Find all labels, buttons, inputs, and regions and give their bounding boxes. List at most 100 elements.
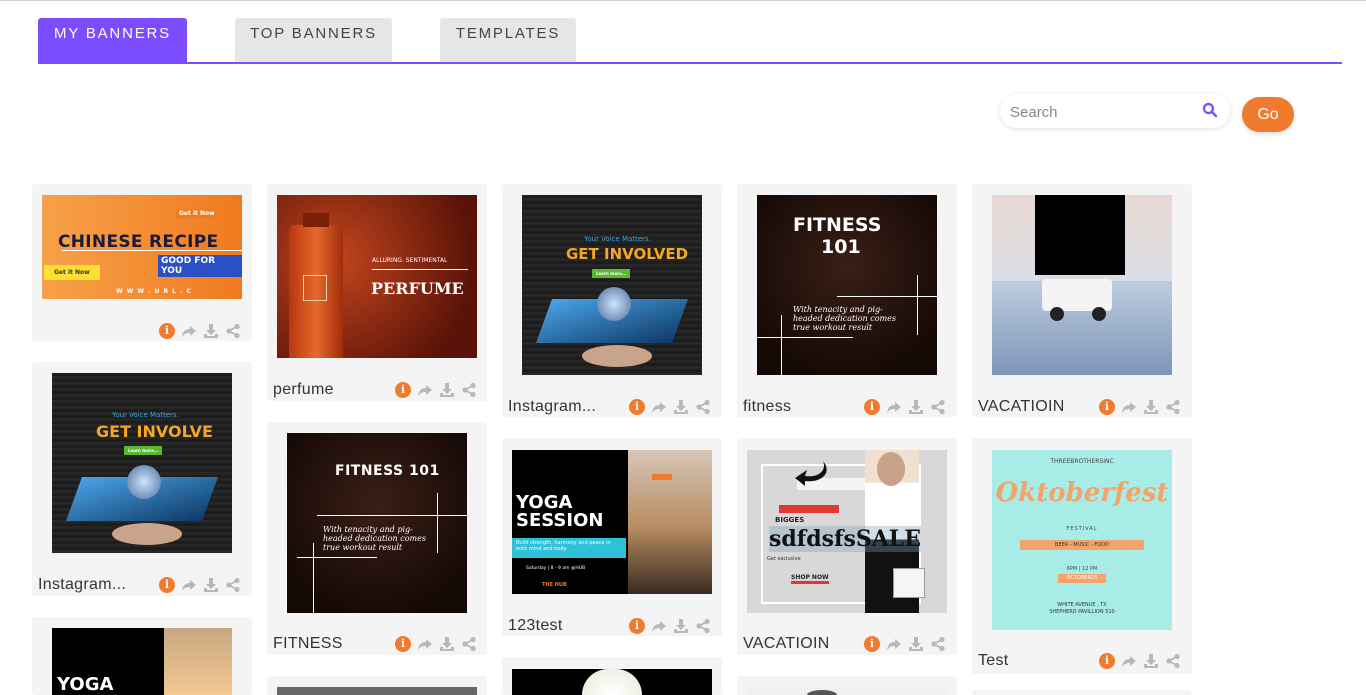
share-forward-icon[interactable] <box>181 323 197 339</box>
share-icon[interactable] <box>930 636 946 652</box>
thumb-title: GET INVOLVED <box>566 245 689 263</box>
banner-name: Instagram... <box>38 576 127 593</box>
banner-thumbnail[interactable]: Your Voice Matters. GET INVOLVE Learn mo… <box>52 373 232 553</box>
banner-thumbnail[interactable]: YOGA SESSION Build strength, harmony and… <box>512 450 712 594</box>
thumb-title: FITNESS 101 <box>335 463 440 479</box>
download-icon[interactable] <box>673 618 689 634</box>
share-icon[interactable] <box>461 382 477 398</box>
tab-templates[interactable]: TEMPLATES <box>440 18 576 62</box>
go-button[interactable]: Go <box>1242 97 1294 132</box>
share-icon[interactable] <box>225 323 241 339</box>
thumb-text: Learn more... <box>592 269 631 278</box>
tab-top-banners[interactable]: TOP BANNERS <box>235 18 392 62</box>
thumb-text: Your Voice Matters. <box>112 411 179 419</box>
share-forward-icon[interactable] <box>1121 399 1137 415</box>
thumb-title: 101 <box>821 236 861 258</box>
banner-name: VACATIOIN <box>978 398 1065 415</box>
banner-card[interactable]: BIGGES sdfdsfsSALE Get exclusive SHOP NO… <box>737 438 957 655</box>
share-forward-icon[interactable] <box>1121 653 1137 669</box>
info-icon[interactable]: i <box>1099 653 1115 669</box>
thumb-text: FESTIVAL <box>1066 526 1098 532</box>
download-icon[interactable] <box>203 323 219 339</box>
share-forward-icon[interactable] <box>417 382 433 398</box>
thumb-text: Get exclusive <box>767 556 801 562</box>
banner-card[interactable]: Your Voice Matters. GET INVOLVE Learn mo… <box>32 362 252 596</box>
share-icon[interactable] <box>695 399 711 415</box>
banner-thumbnail[interactable]: Get it Now CHINESE RECIPE GOOD FOR YOU G… <box>42 195 242 299</box>
info-icon[interactable]: i <box>395 382 411 398</box>
share-icon[interactable] <box>225 577 241 593</box>
info-icon[interactable]: i <box>864 399 880 415</box>
search-box <box>1000 94 1230 128</box>
thumb-text: With tenacity and pig-headed dedication … <box>793 305 896 332</box>
banner-thumbnail[interactable]: ALLURING. SENTIMENTAL PERFUME <box>277 195 477 358</box>
search-icon[interactable] <box>1202 102 1218 118</box>
banner-card[interactable]: FITNESS 101 With tenacity and pig-headed… <box>267 422 487 655</box>
banner-thumbnail[interactable] <box>512 669 712 695</box>
banner-card[interactable]: FITNESS 101 With tenacity and pig-headed… <box>737 184 957 417</box>
thumb-text: WHITE AVENUE , TX <box>1057 602 1107 608</box>
banner-name: fitness <box>743 398 792 415</box>
info-icon[interactable]: i <box>395 636 411 652</box>
banner-card[interactable]: VACATIOIN i <box>972 184 1192 417</box>
tab-my-banners[interactable]: MY BANNERS <box>38 18 187 62</box>
share-icon[interactable] <box>1165 399 1181 415</box>
banner-thumbnail[interactable] <box>277 687 477 695</box>
info-icon[interactable]: i <box>629 618 645 634</box>
banner-card[interactable] <box>267 676 487 695</box>
banner-name: 123test <box>508 617 563 634</box>
share-forward-icon[interactable] <box>886 399 902 415</box>
download-icon[interactable] <box>439 636 455 652</box>
card-actions: i <box>629 618 711 634</box>
info-icon[interactable]: i <box>864 636 880 652</box>
download-icon[interactable] <box>673 399 689 415</box>
share-icon[interactable] <box>930 399 946 415</box>
share-icon[interactable] <box>461 636 477 652</box>
thumb-text: Your Voice Matters. <box>584 235 651 243</box>
banner-thumbnail[interactable]: Your Voice Matters. GET INVOLVED Learn m… <box>522 195 702 375</box>
thumb-title: CHINESE RECIPE <box>58 232 219 252</box>
search-input[interactable] <box>1008 101 1192 123</box>
download-icon[interactable] <box>1143 399 1159 415</box>
download-icon[interactable] <box>1143 653 1159 669</box>
info-icon[interactable]: i <box>629 399 645 415</box>
card-actions: i <box>159 323 241 339</box>
download-icon[interactable] <box>439 382 455 398</box>
share-forward-icon[interactable] <box>886 636 902 652</box>
thumb-text: 6PM | 12 PM <box>1066 566 1098 572</box>
banner-thumbnail[interactable]: FITNESS 101 With tenacity and pig-headed… <box>287 433 467 613</box>
share-icon[interactable] <box>695 618 711 634</box>
banner-card[interactable]: THREEBROTHERSINC Oktoberfest FESTIVAL BE… <box>972 438 1192 674</box>
card-actions: i <box>629 399 711 415</box>
download-icon[interactable] <box>908 636 924 652</box>
download-icon[interactable] <box>908 399 924 415</box>
banner-thumbnail[interactable]: THREEBROTHERSINC Oktoberfest FESTIVAL BE… <box>992 450 1172 630</box>
thumb-title: PERFUME <box>371 279 464 298</box>
share-forward-icon[interactable] <box>651 399 667 415</box>
banner-card[interactable]: ALLURING. SENTIMENTAL PERFUME perfume i <box>267 184 487 401</box>
banner-thumbnail[interactable]: BIGGES sdfdsfsSALE Get exclusive SHOP NO… <box>747 450 947 613</box>
arrow-icon <box>795 461 827 486</box>
share-forward-icon[interactable] <box>417 636 433 652</box>
banner-card[interactable] <box>972 690 1192 695</box>
info-icon[interactable]: i <box>1099 399 1115 415</box>
banner-card[interactable] <box>737 676 957 695</box>
banner-thumbnail[interactable] <box>747 688 947 695</box>
banner-thumbnail[interactable] <box>992 195 1172 375</box>
banner-thumbnail[interactable]: FITNESS 101 With tenacity and pig-headed… <box>757 195 937 375</box>
thumb-text: Build strength, harmony and peace in bot… <box>512 538 626 558</box>
info-icon[interactable]: i <box>159 323 175 339</box>
banner-card[interactable]: Your Voice Matters. GET INVOLVED Learn m… <box>502 184 722 417</box>
download-icon[interactable] <box>203 577 219 593</box>
share-forward-icon[interactable] <box>181 577 197 593</box>
banner-card[interactable] <box>502 657 722 695</box>
banner-card[interactable]: YOGA <box>32 617 252 695</box>
banner-card[interactable]: Get it Now CHINESE RECIPE GOOD FOR YOU G… <box>32 184 252 341</box>
banner-card[interactable]: YOGA SESSION Build strength, harmony and… <box>502 438 722 636</box>
thumb-text: Learn more... <box>124 446 163 455</box>
info-icon[interactable]: i <box>159 577 175 593</box>
share-icon[interactable] <box>1165 653 1181 669</box>
thumb-text: BIGGES <box>775 516 805 524</box>
banner-thumbnail[interactable]: YOGA <box>52 628 232 695</box>
share-forward-icon[interactable] <box>651 618 667 634</box>
